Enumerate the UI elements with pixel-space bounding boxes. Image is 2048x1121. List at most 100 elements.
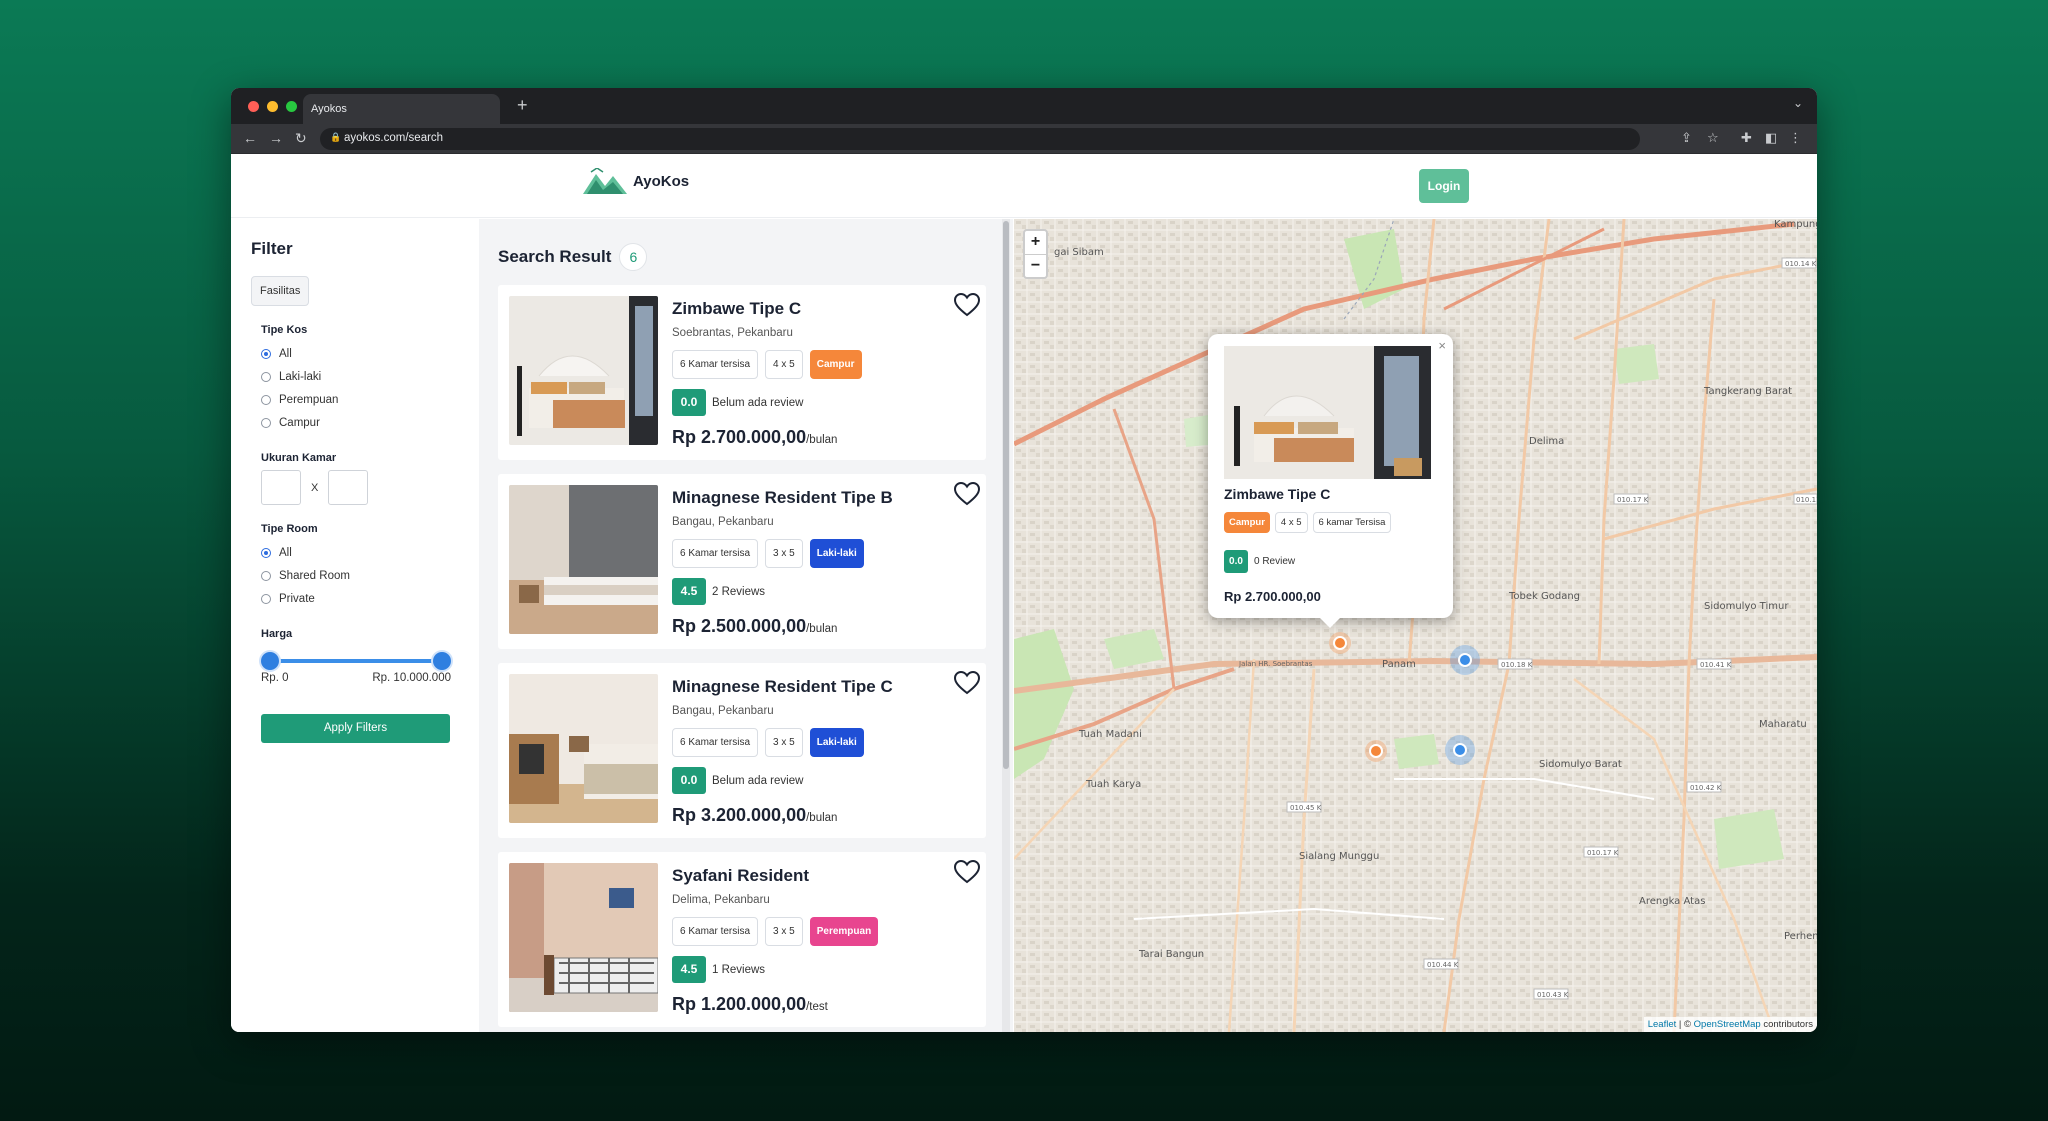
kos-type-badge: Perempuan <box>809 917 879 946</box>
tab-bar: Ayokos + ⌄ <box>231 88 1817 124</box>
share-icon[interactable]: ⇪ <box>1681 130 1692 146</box>
favorite-heart-icon[interactable] <box>953 670 981 700</box>
slider-track <box>269 659 443 663</box>
price-period: /test <box>806 1001 828 1013</box>
map-label: Tuah Karya <box>1085 779 1141 790</box>
tab-ayokos[interactable]: Ayokos <box>303 94 500 124</box>
site-header: AyoKos Login <box>231 154 1817 218</box>
listing-card[interactable]: Zimbawe Tipe C Soebrantas, Pekanbaru 6 K… <box>498 285 986 460</box>
radio-label: Laki-laki <box>279 370 322 383</box>
listing-photo[interactable] <box>509 863 658 1012</box>
map-marker-blue[interactable] <box>1450 645 1480 675</box>
leaflet-link[interactable]: Leaflet <box>1648 1019 1677 1030</box>
tipe-kos-campur[interactable]: Campur <box>261 411 459 434</box>
listing-card[interactable]: Minagnese Resident Tipe B Bangau, Pekanb… <box>498 474 986 649</box>
map[interactable]: Kampung Me gai Sibam Tangkerang Barat De… <box>1014 219 1817 1032</box>
zoom-in-button[interactable]: + <box>1025 231 1046 254</box>
map-label: Tangkerang Barat <box>1703 386 1792 397</box>
apply-filters-button[interactable]: Apply Filters <box>261 714 450 743</box>
marker-dot <box>1333 636 1347 650</box>
listing-rating: 0.0 Belum ada review <box>672 767 803 794</box>
window-controls <box>248 101 297 112</box>
listing-price: Rp 2.700.000,00/bulan <box>672 427 837 448</box>
score-badge: 4.5 <box>672 956 706 983</box>
listing-card[interactable]: Minagnese Resident Tipe C Bangau, Pekanb… <box>498 663 986 838</box>
listing-photo[interactable] <box>509 485 658 634</box>
star-icon[interactable]: ☆ <box>1707 130 1719 146</box>
room-size-tag: 3 x 5 <box>765 539 803 568</box>
tipe-room-shared[interactable]: Shared Room <box>261 564 459 587</box>
close-window-button[interactable] <box>248 101 259 112</box>
popup-title: Zimbawe Tipe C <box>1224 486 1331 502</box>
marker-dot <box>1453 743 1467 757</box>
map-label: Sidomulyo Timur <box>1704 601 1789 612</box>
tipe-kos-laki-laki[interactable]: Laki-laki <box>261 365 459 388</box>
map-marker-orange[interactable] <box>1329 632 1351 654</box>
zoom-out-button[interactable]: − <box>1025 254 1046 277</box>
popup-photo <box>1224 346 1431 479</box>
map-label: 010.45 K <box>1290 804 1322 812</box>
chevron-down-icon[interactable]: ⌄ <box>1793 96 1803 110</box>
price-range-labels: Rp. 0 Rp. 10.000.000 <box>261 672 451 684</box>
listing-name[interactable]: Minagnese Resident Tipe C <box>672 677 893 697</box>
tipe-room-all[interactable]: All <box>261 541 459 564</box>
room-length-input[interactable] <box>328 470 369 505</box>
tipe-room-private[interactable]: Private <box>261 587 459 610</box>
listing-name[interactable]: Zimbawe Tipe C <box>672 299 801 319</box>
filter-panel: Filter Fasilitas Tipe Kos All Laki-laki … <box>231 219 479 1032</box>
listing-card[interactable]: Syafani Resident Delima, Pekanbaru 6 Kam… <box>498 852 986 1027</box>
marker-dot <box>1458 653 1472 667</box>
room-size-tag: 4 x 5 <box>765 350 803 379</box>
tipe-kos-group: Tipe Kos All Laki-laki Perempuan Campur … <box>261 324 459 743</box>
extensions-icon[interactable]: ✚ <box>1741 130 1752 146</box>
popup-close-icon[interactable]: × <box>1438 338 1446 353</box>
results-scrollbar[interactable] <box>1002 219 1010 1032</box>
tipe-kos-perempuan[interactable]: Perempuan <box>261 388 459 411</box>
slider-min-handle[interactable] <box>261 652 279 670</box>
logo[interactable]: AyoKos <box>583 168 689 194</box>
facilities-button[interactable]: Fasilitas <box>251 276 310 306</box>
listing-photo[interactable] <box>509 296 658 445</box>
scrollbar-thumb[interactable] <box>1003 221 1009 769</box>
listing-photo[interactable] <box>509 674 658 823</box>
side-panel-icon[interactable]: ◧ <box>1765 130 1777 146</box>
results-header: Search Result 6 <box>498 243 648 271</box>
marker-dot <box>1369 744 1383 758</box>
url-field[interactable]: 🔒 ayokos.com/search <box>320 128 1640 150</box>
url-text: ayokos.com/search <box>344 132 444 144</box>
score-badge: 0.0 <box>672 767 706 794</box>
listing-price: Rp 2.500.000,00/bulan <box>672 616 837 637</box>
price-amount: Rp 2.500.000,00 <box>672 616 807 636</box>
more-menu-icon[interactable]: ⋮ <box>1789 130 1802 146</box>
listing-name[interactable]: Syafani Resident <box>672 866 809 886</box>
favorite-heart-icon[interactable] <box>953 859 981 889</box>
map-label: 010.41 K <box>1700 661 1732 669</box>
map-popup[interactable]: × Zimbawe Tipe C Campur 4 x 5 6 kamar Te… <box>1208 334 1453 628</box>
slider-max-handle[interactable] <box>433 652 451 670</box>
reload-icon[interactable]: ↻ <box>295 130 307 147</box>
price-period: /bulan <box>806 434 838 446</box>
listing-name[interactable]: Minagnese Resident Tipe B <box>672 488 893 508</box>
map-label: 010.44 K <box>1427 961 1459 969</box>
map-marker-blue[interactable] <box>1445 735 1475 765</box>
tipe-kos-all[interactable]: All <box>261 342 459 365</box>
review-text: 2 Reviews <box>712 585 766 598</box>
ukuran-kamar-title: Ukuran Kamar <box>261 452 337 464</box>
back-arrow-icon[interactable]: ← <box>243 130 257 146</box>
map-label: Sidomulyo Barat <box>1539 759 1622 770</box>
maximize-window-button[interactable] <box>286 101 297 112</box>
forward-arrow-icon[interactable]: → <box>269 130 283 146</box>
price-range-slider[interactable] <box>261 650 451 672</box>
favorite-heart-icon[interactable] <box>953 481 981 511</box>
listing-location: Soebrantas, Pekanbaru <box>672 327 793 339</box>
login-button[interactable]: Login <box>1419 169 1469 203</box>
radio-icon <box>261 348 271 359</box>
map-marker-orange[interactable] <box>1365 740 1387 762</box>
new-tab-button[interactable]: + <box>517 95 528 116</box>
minimize-window-button[interactable] <box>267 101 278 112</box>
radio-label: Perempuan <box>279 393 339 406</box>
map-label: 010.17 K <box>1617 496 1649 504</box>
favorite-heart-icon[interactable] <box>953 292 981 322</box>
room-width-input[interactable] <box>261 470 301 505</box>
osm-link[interactable]: OpenStreetMap <box>1694 1019 1761 1030</box>
